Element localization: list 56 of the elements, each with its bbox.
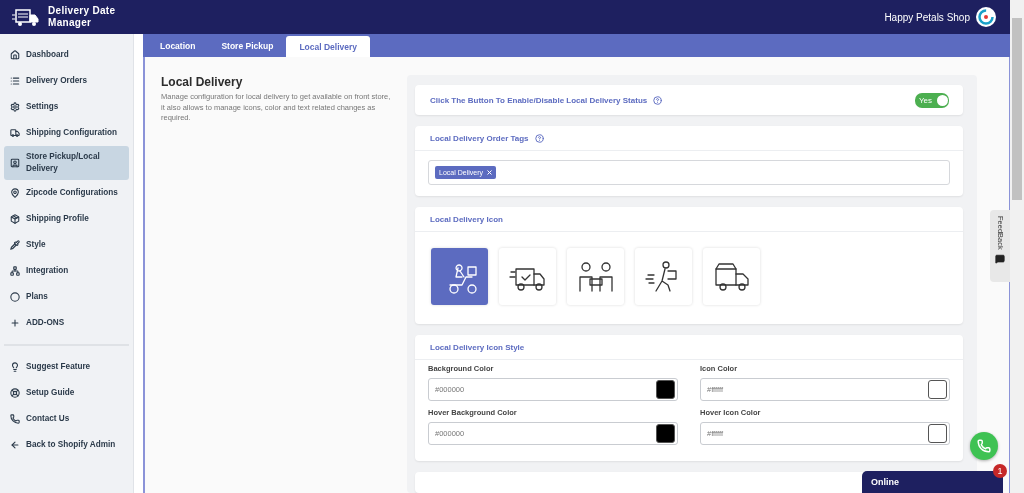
icon-option[interactable]	[431, 248, 488, 305]
color-swatch[interactable]	[928, 424, 947, 443]
shop-name: Happy Petals Shop	[884, 11, 970, 23]
sidebar-item[interactable]: Suggest Feature	[4, 354, 129, 380]
menu-icon	[10, 214, 20, 224]
section-title: Local Delivery	[161, 75, 244, 89]
menu-icon	[10, 414, 20, 424]
menu-icon	[10, 362, 20, 372]
help-icon[interactable]	[653, 95, 663, 105]
sidebar-item[interactable]: ADD-ONS	[4, 310, 129, 336]
sidebar-item[interactable]: Shipping Configuration	[4, 120, 129, 146]
menu-icon	[10, 50, 20, 60]
sidebar-item[interactable]: Delivery Orders	[4, 68, 129, 94]
menu-icon	[10, 128, 20, 138]
calendar-truck-logo-icon	[12, 7, 40, 27]
icon-option[interactable]	[703, 248, 760, 305]
sidebar-item[interactable]: Style	[4, 232, 129, 258]
card-title: Local Delivery Icon Style	[430, 342, 525, 352]
remove-icon[interactable]	[486, 170, 492, 175]
sidebar-item[interactable]: Contact Us	[4, 406, 129, 432]
card-title: Local Delivery Icon	[430, 214, 503, 224]
sidebar-item[interactable]: Dashboard	[4, 42, 129, 68]
icon-option[interactable]	[499, 248, 556, 305]
sidebar-item[interactable]: Setup Guide	[4, 380, 129, 406]
icon-option[interactable]	[635, 248, 692, 305]
menu-icon	[10, 188, 20, 198]
menu-icon	[10, 240, 20, 250]
menu-icon	[10, 266, 20, 276]
menu-icon	[10, 102, 20, 112]
menu-icon	[10, 388, 20, 398]
icon-option[interactable]	[567, 248, 624, 305]
menu-icon	[10, 440, 20, 450]
phone-icon	[977, 439, 991, 453]
menu-icon	[10, 158, 20, 168]
color-swatch[interactable]	[656, 424, 675, 443]
shop-logo-icon[interactable]	[976, 7, 996, 27]
sidebar-item[interactable]: Back to Shopify Admin	[4, 432, 129, 458]
sidebar-item[interactable]: Integration	[4, 258, 129, 284]
chat-icon	[995, 253, 1005, 264]
menu-icon	[10, 318, 20, 328]
app-name: Delivery Date Manager	[48, 5, 117, 29]
menu-icon	[10, 292, 20, 302]
tab[interactable]: Store Pickup	[208, 34, 287, 57]
tab[interactable]: Local Delivery	[286, 36, 371, 57]
color-swatch[interactable]	[928, 380, 947, 399]
sidebar-item[interactable]: Shipping Profile	[4, 206, 129, 232]
tab[interactable]: Location	[147, 34, 209, 57]
card-title: Click The Button To Enable/Disable Local Delivery Status	[430, 95, 648, 105]
menu-icon	[10, 76, 20, 86]
sidebar-item[interactable]: Store Pickup/Local Delivery	[4, 146, 129, 180]
help-icon[interactable]	[534, 133, 544, 143]
card-title: Local Delivery Order Tags	[430, 133, 529, 143]
sidebar-item[interactable]: Zipcode Configurations	[4, 180, 129, 206]
color-swatch[interactable]	[656, 380, 675, 399]
sidebar-item[interactable]: Settings	[4, 94, 129, 120]
sidebar-item[interactable]: Plans	[4, 284, 129, 310]
